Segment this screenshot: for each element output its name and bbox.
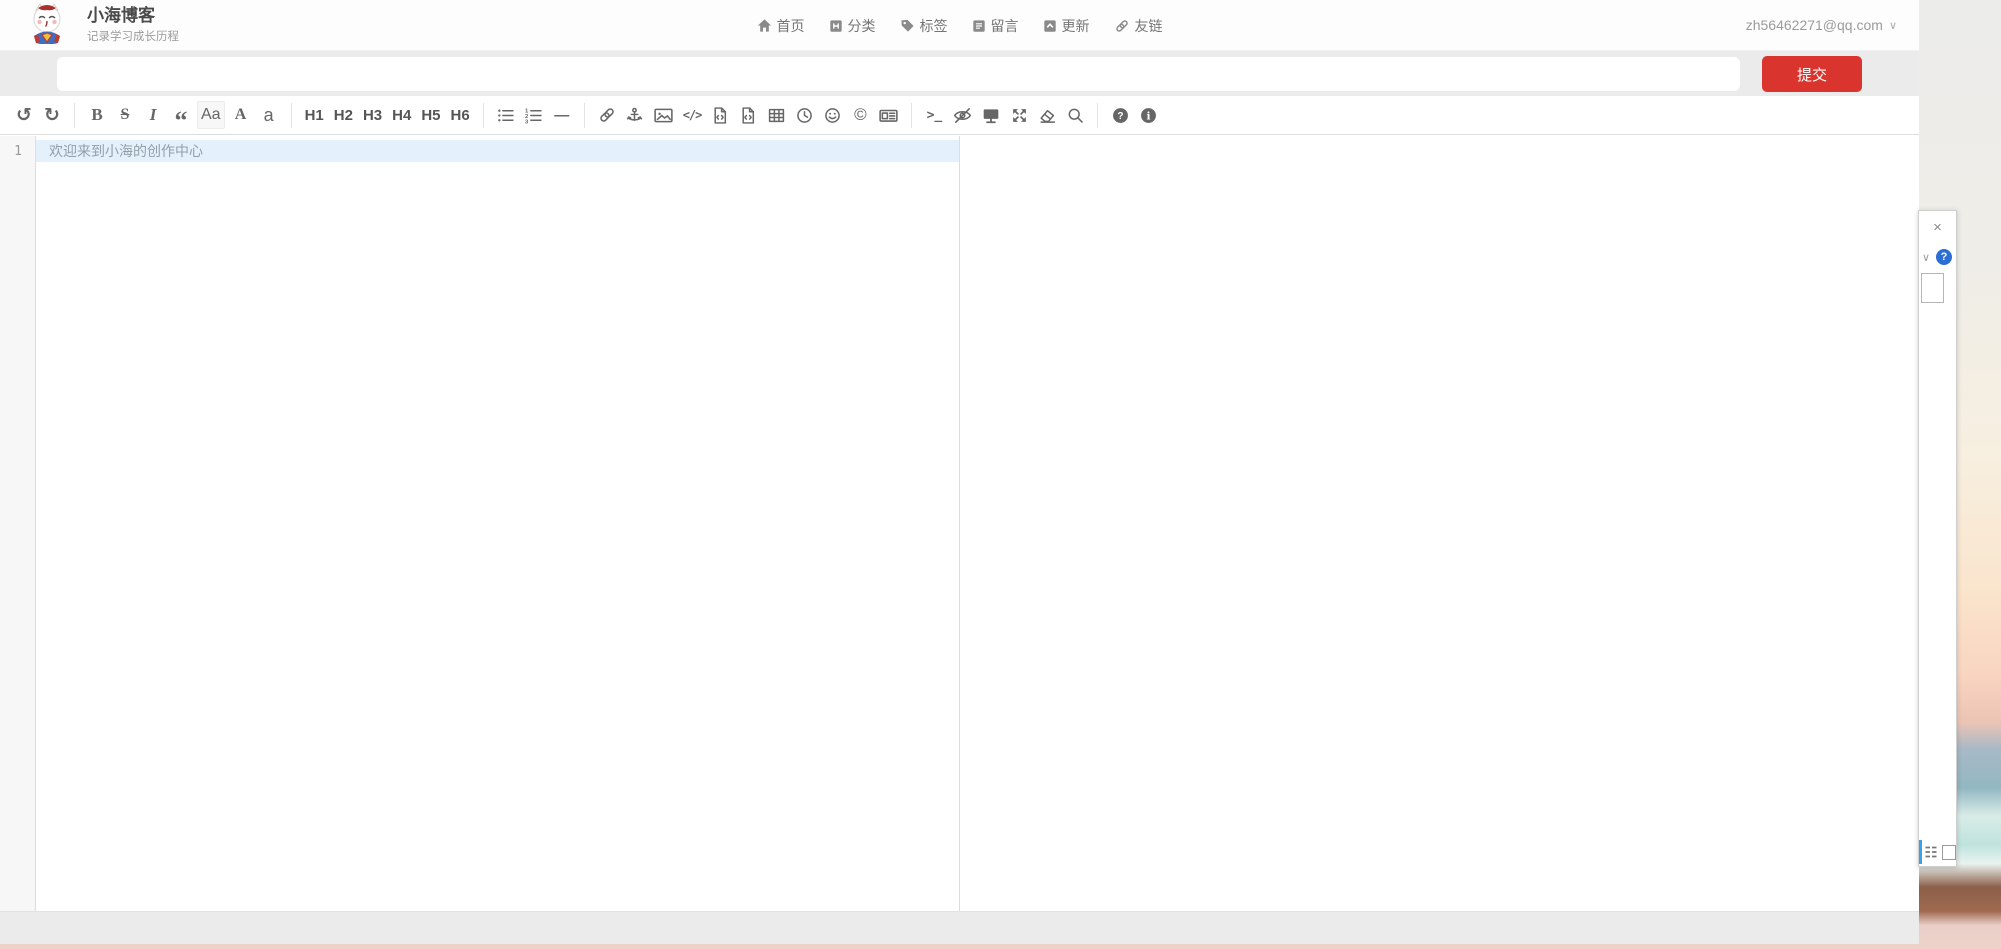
side-widget-input[interactable] <box>1921 273 1944 303</box>
preview-icon[interactable] <box>979 101 1003 129</box>
footer-band <box>0 911 1919 944</box>
update-icon <box>1043 19 1057 33</box>
ordered-list-icon[interactable]: 123 <box>522 101 546 129</box>
side-widget-panel: × ∨ ? <box>1918 210 1957 867</box>
emoji-icon[interactable] <box>820 101 844 129</box>
line-number: 1 <box>0 144 36 159</box>
nav-item-tags[interactable]: 标签 <box>900 16 948 36</box>
toolbar-divider <box>911 103 912 128</box>
nav-item-label: 分类 <box>848 16 876 36</box>
nav-item-updates[interactable]: 更新 <box>1043 16 1090 36</box>
code-icon[interactable]: </> <box>680 101 705 129</box>
header: 小海博客 记录学习成长历程 首页 分类 标签 留言 更新 友链 zh56462271@qq… <box>0 0 1919 51</box>
text-result-icon[interactable] <box>1924 844 1938 860</box>
link-icon[interactable] <box>595 101 619 129</box>
code-editing-pane[interactable]: 1 欢迎来到小海的创作中心 <box>0 136 960 911</box>
markdown-editor: ↺↻BSI“AaAaH1H2H3H4H5H6123—</>©>_?i 1 欢迎来… <box>0 96 1919 911</box>
quote-icon[interactable]: “ <box>169 101 193 129</box>
uppercase-icon[interactable]: A <box>229 101 253 129</box>
toolbar-divider <box>483 103 484 128</box>
user-email: zh56462271@qq.com <box>1746 17 1883 33</box>
help-circle-icon[interactable]: ? <box>1936 249 1952 265</box>
bold-icon[interactable]: B <box>85 101 109 129</box>
fullscreen-icon[interactable] <box>1007 101 1031 129</box>
pagebreak-icon[interactable] <box>876 101 901 129</box>
nav-item-home[interactable]: 首页 <box>757 16 805 36</box>
category-icon <box>829 19 843 33</box>
anchor-icon[interactable] <box>623 101 647 129</box>
italic-icon[interactable]: I <box>141 101 165 129</box>
help-icon[interactable]: ? <box>1108 101 1132 129</box>
code-block-icon[interactable] <box>736 101 760 129</box>
close-icon[interactable]: × <box>1933 221 1942 235</box>
side-widget-bottom-row <box>1919 840 1956 864</box>
site-brand[interactable]: 小海博客 记录学习成长历程 <box>27 2 179 49</box>
strikethrough-icon[interactable]: S <box>113 101 137 129</box>
h5-icon[interactable]: H5 <box>418 101 443 129</box>
chain-icon <box>1114 18 1130 34</box>
h6-icon[interactable]: H6 <box>448 101 473 129</box>
user-menu[interactable]: zh56462271@qq.com ∨ <box>1746 17 1897 33</box>
side-widget-controls: ∨ ? <box>1919 249 1956 265</box>
nav-item-categories[interactable]: 分类 <box>829 16 876 36</box>
svg-text:3: 3 <box>525 119 529 124</box>
info-icon[interactable]: i <box>1136 101 1160 129</box>
submit-button[interactable]: 提交 <box>1762 56 1862 92</box>
editor-line-1: 1 欢迎来到小海的创作中心 <box>0 140 959 162</box>
editor-toolbar: ↺↻BSI“AaAaH1H2H3H4H5H6123—</>©>_?i <box>0 96 1919 135</box>
toolbar-divider <box>1097 103 1098 128</box>
home-icon <box>757 18 772 33</box>
nav-item-label: 友链 <box>1135 16 1163 36</box>
h3-icon[interactable]: H3 <box>360 101 385 129</box>
nav-item-label: 首页 <box>777 16 805 36</box>
unordered-list-icon[interactable] <box>494 101 518 129</box>
toolbar-divider <box>74 103 75 128</box>
blog-page: 小海博客 记录学习成长历程 首页 分类 标签 留言 更新 友链 zh56462271@qq… <box>0 0 1919 944</box>
h2-icon[interactable]: H2 <box>331 101 356 129</box>
compose-bar: 提交 <box>0 51 1919 96</box>
table-icon[interactable] <box>764 101 788 129</box>
line-number-gutter <box>0 136 36 911</box>
undo-icon[interactable]: ↺ <box>12 101 36 129</box>
nav-item-links[interactable]: 友链 <box>1114 16 1163 36</box>
browser-viewport: 小海博客 记录学习成长历程 首页 分类 标签 留言 更新 友链 zh56462271@qq… <box>0 0 2001 949</box>
nav-item-messages[interactable]: 留言 <box>972 16 1019 36</box>
image-icon[interactable] <box>651 101 676 129</box>
site-avatar <box>27 2 67 49</box>
html-entities-icon[interactable]: © <box>848 101 872 129</box>
goto-line-icon[interactable]: >_ <box>922 101 946 129</box>
datetime-icon[interactable] <box>792 101 816 129</box>
tag-icon <box>900 18 915 33</box>
chevron-down-icon[interactable]: ∨ <box>1922 251 1930 264</box>
editor-placeholder: 欢迎来到小海的创作中心 <box>49 141 203 161</box>
nav-item-label: 标签 <box>920 16 948 36</box>
redo-icon[interactable]: ↻ <box>40 101 64 129</box>
lowercase-icon[interactable]: a <box>257 101 281 129</box>
editor-body: 1 欢迎来到小海的创作中心 <box>0 136 1919 911</box>
chevron-down-icon: ∨ <box>1889 19 1897 32</box>
svg-text:?: ? <box>1117 111 1123 122</box>
brand-text: 小海博客 记录学习成长历程 <box>87 6 179 44</box>
markdown-preview-pane <box>960 136 1919 911</box>
active-line-highlight[interactable]: 欢迎来到小海的创作中心 <box>36 140 959 162</box>
watch-icon[interactable] <box>950 101 975 129</box>
message-icon <box>972 19 986 33</box>
post-title-input[interactable] <box>57 57 1740 91</box>
case-toggle-icon[interactable]: Aa <box>197 101 225 129</box>
h4-icon[interactable]: H4 <box>389 101 414 129</box>
toolbar-divider <box>291 103 292 128</box>
toolbar-divider <box>584 103 585 128</box>
svg-text:i: i <box>1146 109 1150 122</box>
horizontal-rule-icon[interactable]: — <box>550 101 574 129</box>
image-result-icon[interactable] <box>1942 845 1956 860</box>
search-icon[interactable] <box>1063 101 1087 129</box>
preformatted-text-icon[interactable] <box>708 101 732 129</box>
nav-item-label: 更新 <box>1062 16 1090 36</box>
nav-item-label: 留言 <box>991 16 1019 36</box>
main-nav: 首页 分类 标签 留言 更新 友链 <box>757 0 1163 51</box>
h1-icon[interactable]: H1 <box>302 101 327 129</box>
site-title: 小海博客 <box>87 6 179 26</box>
site-subtitle: 记录学习成长历程 <box>87 28 179 44</box>
clear-icon[interactable] <box>1035 101 1059 129</box>
